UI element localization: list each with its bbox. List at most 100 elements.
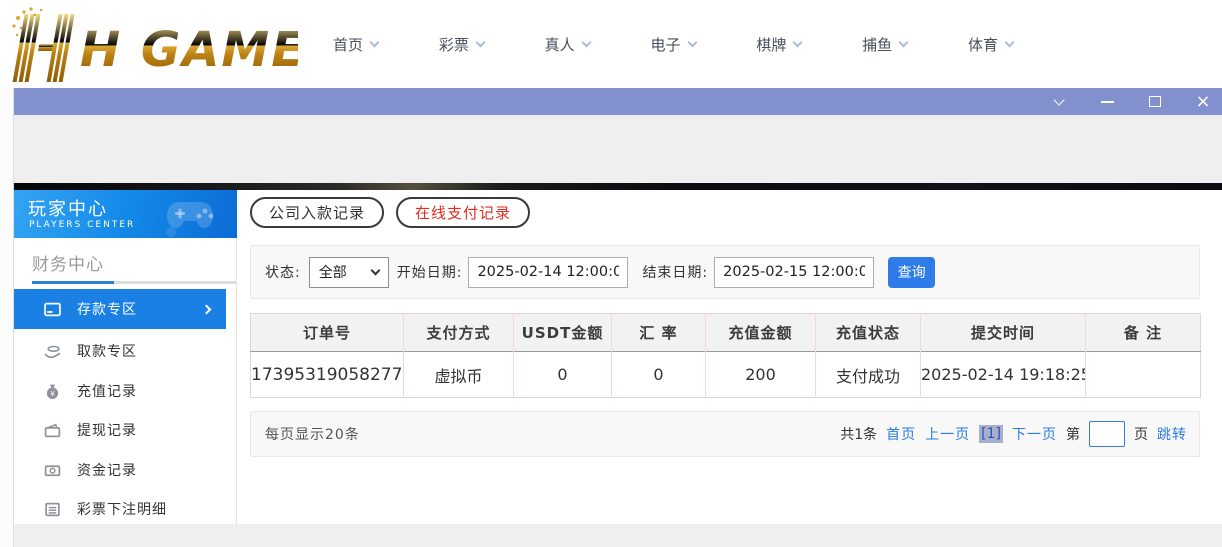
chevron-down-icon <box>369 37 380 47</box>
col-submit-time: 提交时间 <box>920 313 1086 352</box>
cell-order-number: 1739531905827775 <box>250 351 404 398</box>
nav-item-board[interactable]: 棋牌 <box>756 34 803 55</box>
end-date-input[interactable] <box>714 256 875 288</box>
chevron-down-icon <box>370 265 381 275</box>
nav-item-fishing[interactable]: 捕鱼 <box>862 34 909 55</box>
page-size-text: 每页显示20条 <box>265 427 360 443</box>
chevron-down-icon <box>475 37 486 47</box>
cell-recharge-status: 支付成功 <box>815 351 921 398</box>
gamepad-icon <box>166 202 214 237</box>
main-panel: 公司入款记录 在线支付记录 状态: 全部 开始日期: 结束日期: 查询 <box>250 190 1201 524</box>
hand-money-icon <box>44 343 61 360</box>
players-center-header: 玩家中心 PLAYERS CENTER <box>14 190 237 238</box>
table-row: 1739531905827775 虚拟币 0 0 200 支付成功 2025-0… <box>250 351 1201 398</box>
close-icon: × <box>1195 90 1211 112</box>
cell-submit-time: 2025-02-14 19:18:25 <box>920 351 1086 398</box>
pagination-controls: 共1条 首页 上一页 [1] 下一页 第 页 跳转 <box>840 421 1187 447</box>
page: H GAME 首页 彩票 真人 电子 棋牌 捕鱼 体育 × 玩家中心 PLAYE… <box>0 0 1222 547</box>
nav-item-sports[interactable]: 体育 <box>968 34 1015 55</box>
content-area: 玩家中心 PLAYERS CENTER 财务中心 存款专区 取款专区 ¥ 充值记… <box>14 190 1222 524</box>
cell-usdt-amount: 0 <box>513 351 612 398</box>
sidebar-item-deposit-zone[interactable]: 存款专区 <box>14 289 226 329</box>
end-date-label: 结束日期: <box>642 265 709 281</box>
money-bag-icon: ¥ <box>44 383 61 400</box>
minimize-icon <box>1100 100 1114 103</box>
jump-link[interactable]: 跳转 <box>1157 424 1187 444</box>
chevron-right-icon <box>201 304 212 314</box>
cash-icon <box>44 462 61 479</box>
table-header-row: 订单号 支付方式 USDT金额 汇 率 充值金额 充值状态 提交时间 备 注 <box>250 313 1201 352</box>
dark-divider-bar <box>14 183 1222 190</box>
col-recharge-status: 充值状态 <box>815 313 921 352</box>
main-nav: 首页 彩票 真人 电子 棋牌 捕鱼 体育 <box>333 0 1015 88</box>
svg-text:¥: ¥ <box>50 389 55 397</box>
window-titlebar: × <box>14 88 1222 115</box>
cell-exchange-rate: 0 <box>611 351 706 398</box>
sidebar-item-lottery-bet-details[interactable]: 彩票下注明细 <box>14 489 226 529</box>
current-page-indicator: [1] <box>979 425 1003 443</box>
chevron-down-icon <box>581 37 592 47</box>
finance-center-label: 财务中心 <box>32 255 104 275</box>
players-center-subtitle: PLAYERS CENTER <box>29 220 136 230</box>
sidebar-item-withdraw-zone[interactable]: 取款专区 <box>14 331 226 371</box>
chevron-down-icon <box>898 37 909 47</box>
window-close-button[interactable]: × <box>1190 92 1216 112</box>
brand-logo[interactable]: H GAME <box>8 6 304 86</box>
query-button[interactable]: 查询 <box>888 256 936 288</box>
col-usdt-amount: USDT金额 <box>513 313 612 352</box>
window-maximize-button[interactable] <box>1142 92 1168 112</box>
site-header: H GAME 首页 彩票 真人 电子 棋牌 捕鱼 体育 <box>0 0 1222 88</box>
page-input-suffix: 页 <box>1134 427 1148 443</box>
window-dropdown-button[interactable] <box>1046 92 1072 112</box>
hh-game-logo-icon: H GAME <box>12 7 304 82</box>
maximize-icon <box>1149 96 1161 107</box>
bottom-strip <box>14 524 1222 547</box>
col-payment-method: 支付方式 <box>403 313 514 352</box>
spacer-band <box>14 115 1222 183</box>
total-count-text: 共1条 <box>840 427 878 443</box>
col-remarks: 备 注 <box>1085 313 1201 352</box>
left-gutter <box>0 88 14 547</box>
chevron-down-icon <box>687 37 697 47</box>
sidebar: 玩家中心 PLAYERS CENTER 财务中心 存款专区 取款专区 ¥ 充值记… <box>14 190 237 524</box>
payment-records-table: 订单号 支付方式 USDT金额 汇 率 充值金额 充值状态 提交时间 备 注 1… <box>250 313 1201 398</box>
section-underline <box>32 281 236 284</box>
page-number-input[interactable] <box>1089 421 1125 447</box>
col-exchange-rate: 汇 率 <box>611 313 706 352</box>
col-recharge-amount: 充值金额 <box>705 313 816 352</box>
col-order-number: 订单号 <box>250 313 404 352</box>
players-center-title: 玩家中心 <box>28 199 108 220</box>
cell-payment-method: 虚拟币 <box>403 351 514 398</box>
status-select[interactable]: 全部 <box>308 256 389 288</box>
status-label: 状态: <box>265 265 301 281</box>
filter-bar: 状态: 全部 开始日期: 结束日期: 查询 <box>250 245 1200 299</box>
window-controls: × <box>1046 88 1216 115</box>
start-date-input[interactable] <box>468 256 629 288</box>
list-document-icon <box>44 501 61 518</box>
chevron-down-icon <box>792 37 803 47</box>
chevron-down-icon <box>1004 37 1015 47</box>
tab-company-deposit-records[interactable]: 公司入款记录 <box>250 197 385 228</box>
start-date-label: 开始日期: <box>396 265 463 281</box>
next-page-link[interactable]: 下一页 <box>1012 424 1057 444</box>
nav-item-home[interactable]: 首页 <box>333 34 380 55</box>
pagination-bar: 每页显示20条 共1条 首页 上一页 [1] 下一页 第 页 跳转 <box>250 411 1200 457</box>
cell-recharge-amount: 200 <box>705 351 816 398</box>
wallet-icon <box>44 422 61 439</box>
nav-item-live[interactable]: 真人 <box>545 34 592 55</box>
nav-item-slots[interactable]: 电子 <box>650 34 697 55</box>
chevron-down-icon <box>1053 94 1065 106</box>
sidebar-item-withdrawal-records[interactable]: 提现记录 <box>14 410 226 450</box>
cell-remarks <box>1085 351 1201 398</box>
bank-card-icon <box>44 301 61 318</box>
page-input-prefix: 第 <box>1066 427 1080 443</box>
tab-online-payment-records[interactable]: 在线支付记录 <box>396 197 531 228</box>
sidebar-item-fund-records[interactable]: 资金记录 <box>14 450 226 490</box>
window-minimize-button[interactable] <box>1094 92 1120 112</box>
sidebar-item-recharge-records[interactable]: ¥ 充值记录 <box>14 371 226 411</box>
prev-page-link[interactable]: 上一页 <box>925 424 970 444</box>
record-tabs: 公司入款记录 在线支付记录 <box>250 197 531 228</box>
svg-text:H GAME: H GAME <box>80 22 298 78</box>
first-page-link[interactable]: 首页 <box>886 424 916 444</box>
nav-item-lottery[interactable]: 彩票 <box>439 34 486 55</box>
